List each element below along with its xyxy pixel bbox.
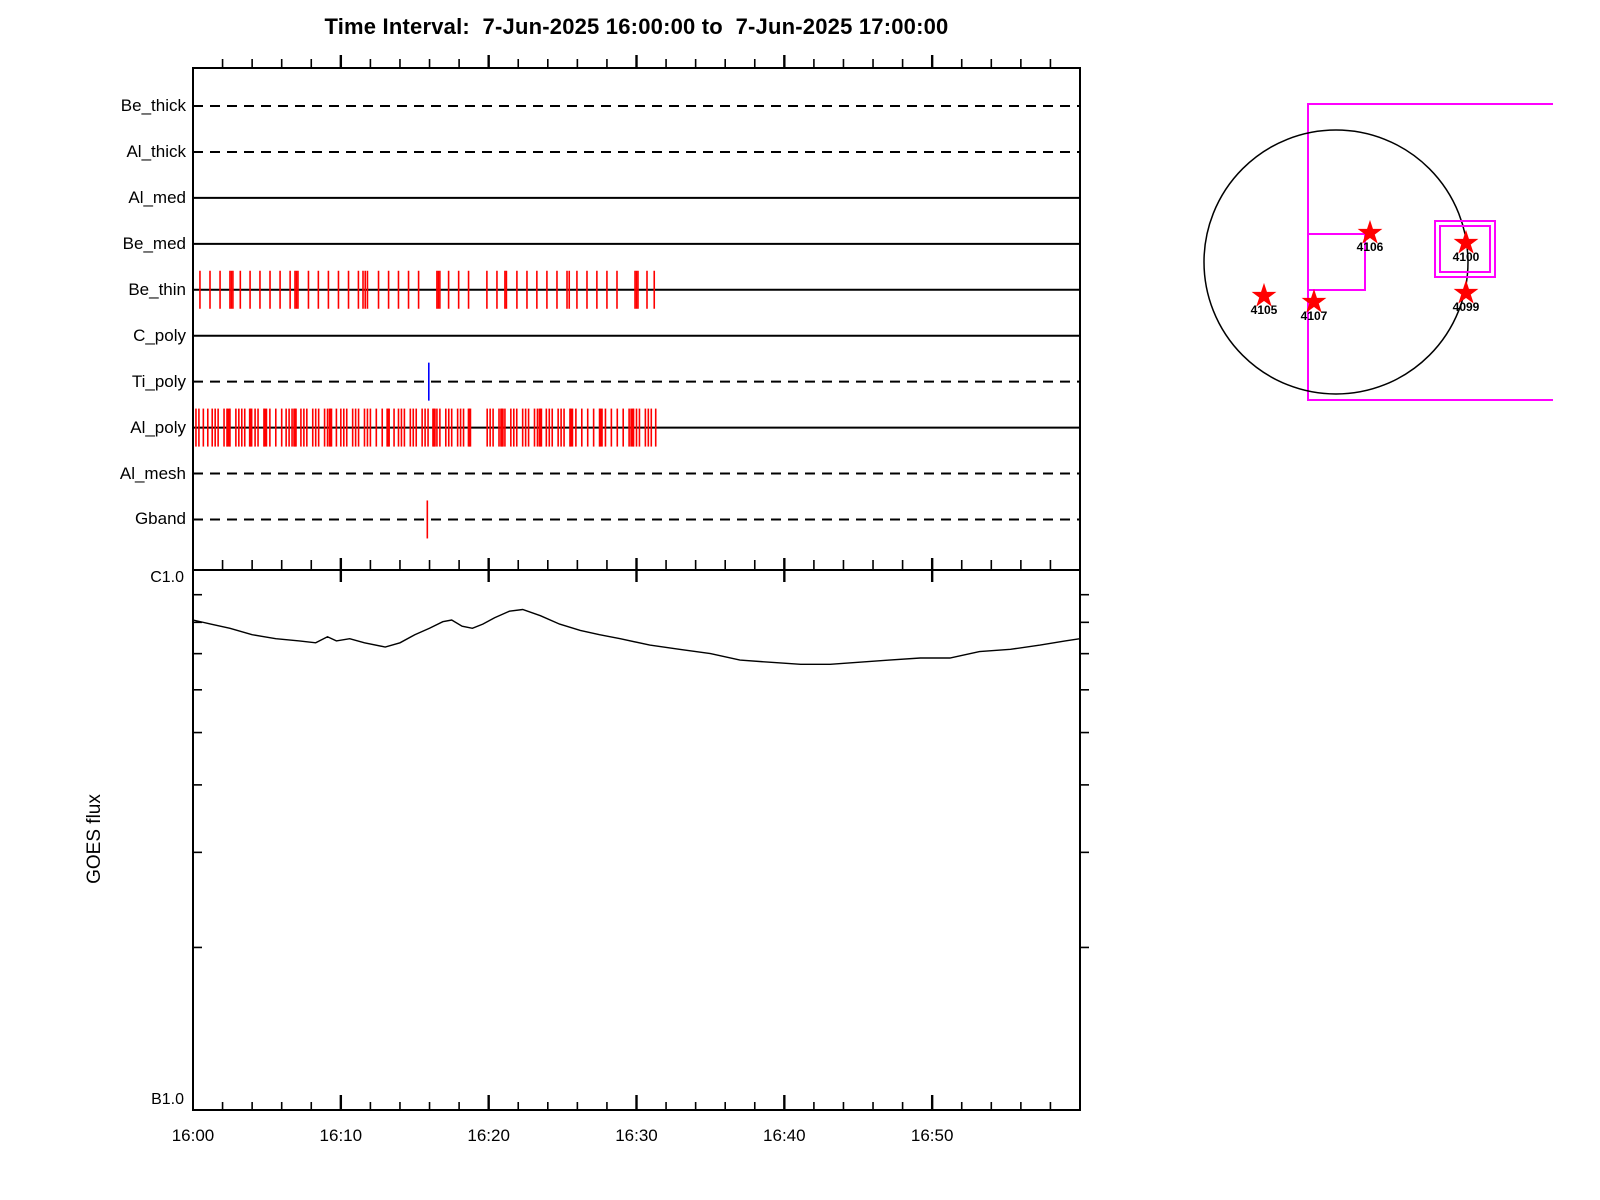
goes-ybottom-label: B1.0 [98,1091,184,1109]
filter-label-be_med: Be_med [0,233,186,255]
x-tick-label-16-30: 16:30 [592,1126,682,1146]
region-label-4107: 4107 [1282,309,1346,323]
filter-label-al_thick: Al_thick [0,141,186,163]
filter-label-al_mesh: Al_mesh [0,463,186,485]
region-label-4099: 4099 [1434,300,1498,314]
x-tick-label-16-10: 16:10 [296,1126,386,1146]
filter-label-al_med: Al_med [0,187,186,209]
plot-canvas [0,0,1600,1200]
goes-ytop-label: C1.0 [98,569,184,587]
region-label-4106: 4106 [1338,240,1402,254]
filter-label-c_poly: C_poly [0,325,186,347]
x-tick-label-16-20: 16:20 [444,1126,534,1146]
x-tick-label-16-40: 16:40 [739,1126,829,1146]
filter-label-be_thin: Be_thin [0,279,186,301]
x-tick-label-16-50: 16:50 [887,1126,977,1146]
x-tick-label-16-00: 16:00 [148,1126,238,1146]
filter-label-be_thick: Be_thick [0,95,186,117]
filter-label-al_poly: Al_poly [0,417,186,439]
filter-label-ti_poly: Ti_poly [0,371,186,393]
region-label-4100: 4100 [1434,250,1498,264]
xrt-goes-timeline-page: Time Interval: 7-Jun-2025 16:00:00 to 7-… [0,0,1600,1200]
filter-label-gband: Gband [0,508,186,530]
goes-y-axis-title: GOES flux [84,739,106,939]
